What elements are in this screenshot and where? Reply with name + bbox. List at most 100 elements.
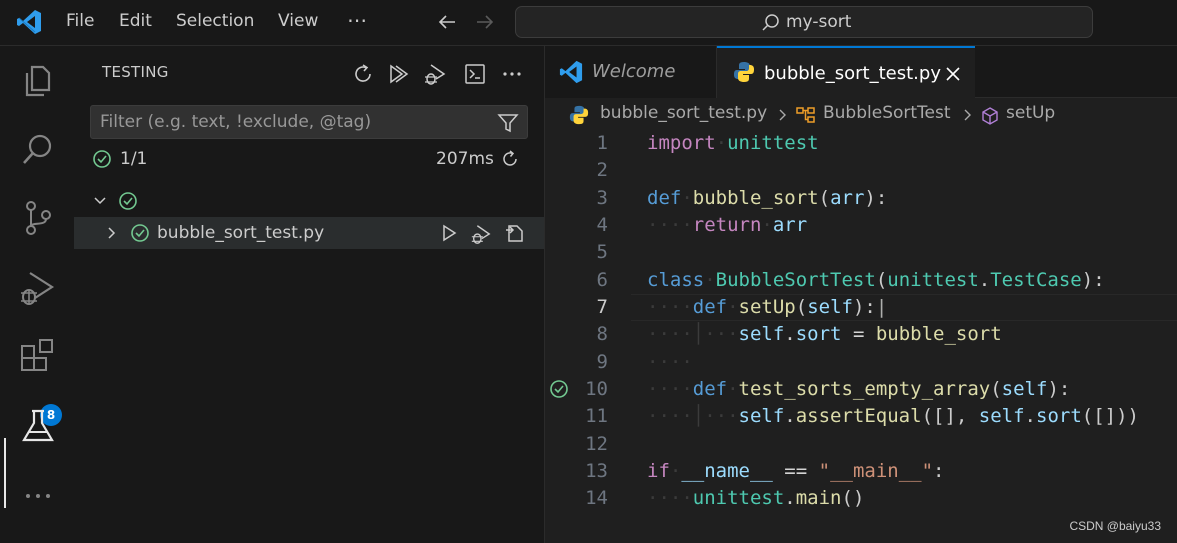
python-file-icon	[569, 105, 589, 125]
code-token: sort	[795, 323, 842, 345]
debug-test-icon[interactable]	[470, 223, 492, 245]
breadcrumb: bubble_sort_test.py BubbleSortTest setUp	[545, 98, 1177, 130]
breadcrumb-class[interactable]: BubbleSortTest	[823, 103, 951, 123]
menu-edit[interactable]: Edit	[119, 11, 152, 31]
code-line: 13 if·__name__ == "__main__":	[545, 458, 1177, 485]
code-line: 12	[545, 431, 1177, 458]
rerun-icon[interactable]	[500, 149, 520, 169]
go-to-test-icon[interactable]	[504, 222, 526, 244]
close-icon[interactable]	[945, 66, 961, 82]
test-file-label: bubble_sort_test.py	[157, 223, 325, 243]
forward-arrow-icon[interactable]	[474, 11, 496, 33]
command-center-label: my-sort	[786, 12, 852, 32]
breadcrumb-method[interactable]: setUp	[1006, 103, 1055, 123]
testing-icon[interactable]	[18, 406, 58, 446]
filter-icon[interactable]	[497, 112, 519, 134]
more-icon[interactable]	[18, 476, 58, 516]
code-token: main	[795, 487, 842, 509]
method-symbol-icon	[982, 107, 998, 125]
code-token: .	[978, 269, 991, 291]
menu-more-icon[interactable]: ⋯	[347, 8, 367, 32]
code-token: :	[933, 460, 945, 482]
extensions-icon[interactable]	[18, 338, 58, 378]
code-token: def	[647, 187, 682, 209]
code-token: unittest	[727, 132, 819, 154]
code-line: 8 ····│···self.sort = bubble_sort	[545, 321, 1177, 348]
code-token: self	[1001, 378, 1048, 400]
code-token: ):	[864, 187, 888, 209]
code-token: ):	[1047, 378, 1071, 400]
menu-selection[interactable]: Selection	[176, 11, 254, 31]
vscode-logo-icon	[17, 10, 41, 34]
tab-bubble-sort-test-label: bubble_sort_test.py	[764, 63, 941, 84]
line-number: 11	[585, 405, 608, 427]
code-token: setUp	[738, 296, 796, 318]
chevron-right-icon	[964, 109, 971, 121]
source-control-icon[interactable]	[18, 198, 58, 238]
code-token: .	[784, 405, 796, 427]
debug-all-tests-icon[interactable]	[423, 62, 447, 86]
command-center[interactable]: my-sort	[515, 6, 1093, 38]
class-symbol-icon	[796, 107, 815, 123]
code-token: self	[807, 296, 853, 318]
chevron-right-icon[interactable]	[104, 225, 120, 241]
test-root-row[interactable]	[74, 185, 544, 217]
code-token: unittest	[887, 269, 979, 291]
explorer-icon[interactable]	[18, 60, 58, 100]
search-icon[interactable]	[18, 130, 58, 170]
code-line: 9 ····	[545, 349, 1177, 376]
code-token: arr	[830, 187, 865, 209]
line-number: 3	[596, 187, 608, 209]
code-line: 1 import·unittest	[545, 130, 1177, 157]
tab-bar: Welcome bubble_sort_test.py	[545, 46, 1177, 98]
line-number: 2	[596, 159, 608, 181]
code-token: import	[647, 132, 716, 154]
test-summary-count: 1/1	[120, 149, 148, 169]
pass-icon	[131, 224, 149, 242]
code-token: sort	[1036, 405, 1082, 427]
tab-bubble-sort-test[interactable]: bubble_sort_test.py	[717, 46, 975, 98]
sidebar-title: TESTING	[102, 63, 169, 81]
test-file-row[interactable]: bubble_sort_test.py	[74, 217, 544, 249]
code-token: "__main__"	[818, 460, 934, 482]
code-token: ):	[1081, 269, 1105, 291]
show-output-icon[interactable]	[463, 62, 487, 86]
tab-welcome[interactable]: Welcome	[545, 46, 717, 98]
breadcrumb-file[interactable]: bubble_sort_test.py	[600, 103, 767, 123]
code-token: self	[738, 323, 785, 345]
code-token: def	[692, 296, 728, 318]
more-actions-icon[interactable]	[500, 62, 524, 86]
code-token: return	[692, 214, 762, 236]
menu-file[interactable]: File	[66, 11, 94, 31]
active-indicator	[4, 438, 6, 508]
filter-placeholder: Filter (e.g. text, !exclude, @tag)	[100, 112, 372, 132]
line-number: 9	[596, 351, 608, 373]
back-arrow-icon[interactable]	[436, 11, 458, 33]
code-token: (	[990, 378, 1002, 400]
code-token: =	[841, 323, 876, 345]
code-token: unittest	[692, 487, 785, 509]
watermark: CSDN @baiyu33	[1069, 519, 1161, 533]
line-number: 14	[585, 487, 608, 509]
code-token: bubble_sort	[875, 323, 1002, 345]
code-token: def	[692, 378, 728, 400]
line-number: 4	[596, 214, 608, 236]
refresh-tests-icon[interactable]	[351, 62, 375, 86]
title-bar: File Edit Selection View ⋯ my-sort	[0, 0, 1177, 46]
code-line: 2	[545, 157, 1177, 184]
code-line: 4 ····return·arr	[545, 212, 1177, 239]
code-line-current: 7 ····def·setUp(self):|	[545, 294, 1177, 321]
code-token: .	[784, 487, 796, 509]
testing-sidebar: TESTING Filter (e.g. text, !exclude, @ta…	[74, 46, 545, 543]
pass-icon	[93, 150, 111, 168]
code-token: (	[795, 296, 808, 318]
run-test-icon[interactable]	[439, 223, 459, 243]
editor-area: Welcome bubble_sort_test.py bubble_sort_…	[545, 46, 1177, 543]
menu-view[interactable]: View	[278, 11, 318, 31]
code-token: ):	[852, 296, 876, 318]
test-filter-input[interactable]: Filter (e.g. text, !exclude, @tag)	[90, 105, 528, 139]
chevron-down-icon[interactable]	[92, 193, 108, 209]
run-debug-icon[interactable]	[18, 268, 58, 308]
code-line: 6 class·BubbleSortTest(unittest.TestCase…	[545, 267, 1177, 294]
run-all-tests-icon[interactable]	[387, 62, 411, 86]
